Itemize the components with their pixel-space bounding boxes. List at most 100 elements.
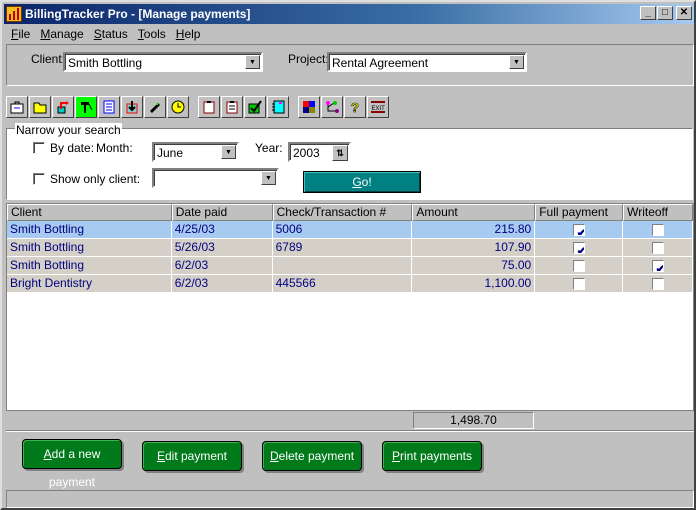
button-hotkey: P — [391, 449, 400, 463]
column-header-date-paid[interactable]: Date paid — [171, 204, 273, 221]
spin-arrows-icon[interactable]: ⇅ — [332, 145, 348, 161]
month-dropdown[interactable]: June ▼ — [152, 142, 239, 162]
cell-check: 6789 — [272, 239, 413, 257]
menu-tools[interactable]: Tools — [133, 26, 171, 42]
cell-date-paid: 6/2/03 — [171, 257, 273, 275]
month-label: Month: — [96, 141, 133, 155]
filter-client-dropdown[interactable]: ▼ — [152, 168, 279, 188]
hammer-icon — [81, 102, 93, 113]
edit-payment-button[interactable]: Edit payment — [142, 441, 242, 471]
amount-total: 1,498.70 — [413, 412, 534, 429]
full-payment-checkbox[interactable] — [572, 259, 585, 272]
show-only-client-checkbox[interactable] — [33, 173, 45, 185]
clock-button[interactable] — [167, 96, 189, 118]
export-icon — [57, 101, 69, 114]
export-button[interactable] — [52, 96, 74, 118]
button-hotkey: D — [269, 449, 279, 463]
help-button[interactable]: ? — [344, 96, 366, 118]
column-header-amount[interactable]: Amount — [412, 204, 536, 221]
client-dropdown[interactable]: Smith Bottling ▼ — [63, 52, 263, 72]
app-window: BillingTracker Pro - [Manage payments] _… — [0, 0, 696, 510]
button-label: rint payments — [399, 449, 473, 463]
phone-button[interactable] — [144, 96, 166, 118]
table-row[interactable]: Bright Dentistry 6/2/03 445566 1,100.00 — [7, 275, 693, 293]
full-payment-checkbox[interactable]: ✔ — [572, 241, 585, 254]
column-header-full-payment[interactable]: Full payment — [535, 204, 624, 221]
exit-icon: EXIT — [371, 101, 385, 113]
cell-writeoff: ✔ — [623, 257, 693, 275]
add-payment-button[interactable]: Add a new payment — [22, 439, 122, 489]
grid-header: Client Date paid Check/Transaction # Amo… — [7, 204, 693, 221]
project-dropdown[interactable]: Rental Agreement ▼ — [327, 52, 527, 72]
menu-file[interactable]: File — [6, 26, 35, 42]
cell-writeoff — [623, 221, 693, 239]
print-payments-button[interactable]: Print payments — [382, 441, 482, 471]
client-label: Client: — [31, 52, 66, 66]
project-value: Rental Agreement — [332, 56, 429, 70]
network-button[interactable] — [321, 96, 343, 118]
document-button[interactable] — [98, 96, 120, 118]
year-label: Year: — [255, 141, 283, 155]
clipboard-list-button[interactable] — [221, 96, 243, 118]
folder-button[interactable] — [29, 96, 51, 118]
svg-text:?: ? — [351, 100, 359, 114]
cell-client: Smith Bottling — [7, 257, 172, 275]
full-payment-checkbox[interactable]: ✔ — [572, 223, 585, 236]
status-bar — [6, 490, 694, 508]
chevron-down-icon[interactable]: ▼ — [509, 55, 524, 69]
import-button[interactable] — [121, 96, 143, 118]
cell-client: Smith Bottling — [7, 239, 172, 257]
menu-label-rest: ile — [18, 27, 31, 41]
menu-status[interactable]: Status — [89, 26, 133, 42]
title-bar[interactable]: BillingTracker Pro - [Manage payments] _… — [4, 4, 694, 24]
table-row[interactable]: Smith Bottling5/26/036789107.90 ✔ — [7, 239, 693, 257]
table-row[interactable]: Smith Bottling6/2/03 75.00 ✔ — [7, 257, 693, 275]
client-project-panel: Client: Smith Bottling ▼ Project: Rental… — [6, 44, 694, 86]
cell-amount: 107.90 — [412, 239, 536, 257]
client-value: Smith Bottling — [68, 56, 143, 70]
button-label: dit payment — [164, 449, 228, 463]
exit-button[interactable]: EXIT — [367, 96, 389, 118]
chevron-down-icon[interactable]: ▼ — [245, 55, 260, 69]
by-date-checkbox[interactable] — [33, 142, 45, 154]
year-spinner[interactable]: 2003 ⇅ — [288, 142, 351, 162]
column-header-check[interactable]: Check/Transaction # — [272, 204, 413, 221]
menu-hotkey: S — [93, 27, 102, 41]
network-icon — [326, 101, 339, 113]
maximize-button[interactable]: □ — [657, 6, 673, 20]
notebook-button[interactable] — [267, 96, 289, 118]
chevron-down-icon[interactable]: ▼ — [221, 145, 236, 159]
writeoff-checkbox[interactable] — [651, 277, 664, 290]
chevron-down-icon[interactable]: ▼ — [261, 171, 276, 185]
colors-button[interactable] — [298, 96, 320, 118]
clipboard-button[interactable] — [198, 96, 220, 118]
writeoff-checkbox[interactable]: ✔ — [651, 259, 664, 272]
cell-full-payment — [535, 257, 624, 275]
minimize-button[interactable]: _ — [640, 6, 656, 20]
notebook-icon — [272, 100, 285, 114]
cell-amount: 1,100.00 — [412, 275, 536, 293]
menu-hotkey: M — [40, 27, 51, 41]
project-label: Project: — [288, 52, 329, 66]
go-button[interactable]: Go! — [303, 171, 421, 193]
table-row[interactable]: Smith Bottling4/25/035006215.80 ✔ — [7, 221, 693, 239]
delete-payment-button[interactable]: Delete payment — [262, 441, 362, 471]
writeoff-checkbox[interactable] — [651, 241, 664, 254]
cell-check: 5006 — [272, 221, 413, 239]
check-button[interactable] — [244, 96, 266, 118]
tools-button[interactable] — [75, 96, 97, 118]
close-button[interactable]: ✕ — [676, 6, 692, 20]
menu-manage[interactable]: Manage — [35, 26, 88, 42]
briefcase-icon — [10, 101, 24, 114]
writeoff-checkbox[interactable] — [651, 223, 664, 236]
column-header-client[interactable]: Client — [7, 204, 172, 221]
cell-amount: 215.80 — [412, 221, 536, 239]
column-header-writeoff[interactable]: Writeoff — [623, 204, 693, 221]
cell-amount: 75.00 — [412, 257, 536, 275]
menu-help[interactable]: Help — [171, 26, 206, 42]
cell-full-payment: ✔ — [535, 221, 624, 239]
full-payment-checkbox[interactable] — [572, 277, 585, 290]
cell-date-paid: 6/2/03 — [171, 275, 273, 293]
briefcase-button[interactable] — [6, 96, 28, 118]
toolbar: ? EXIT — [6, 96, 390, 120]
